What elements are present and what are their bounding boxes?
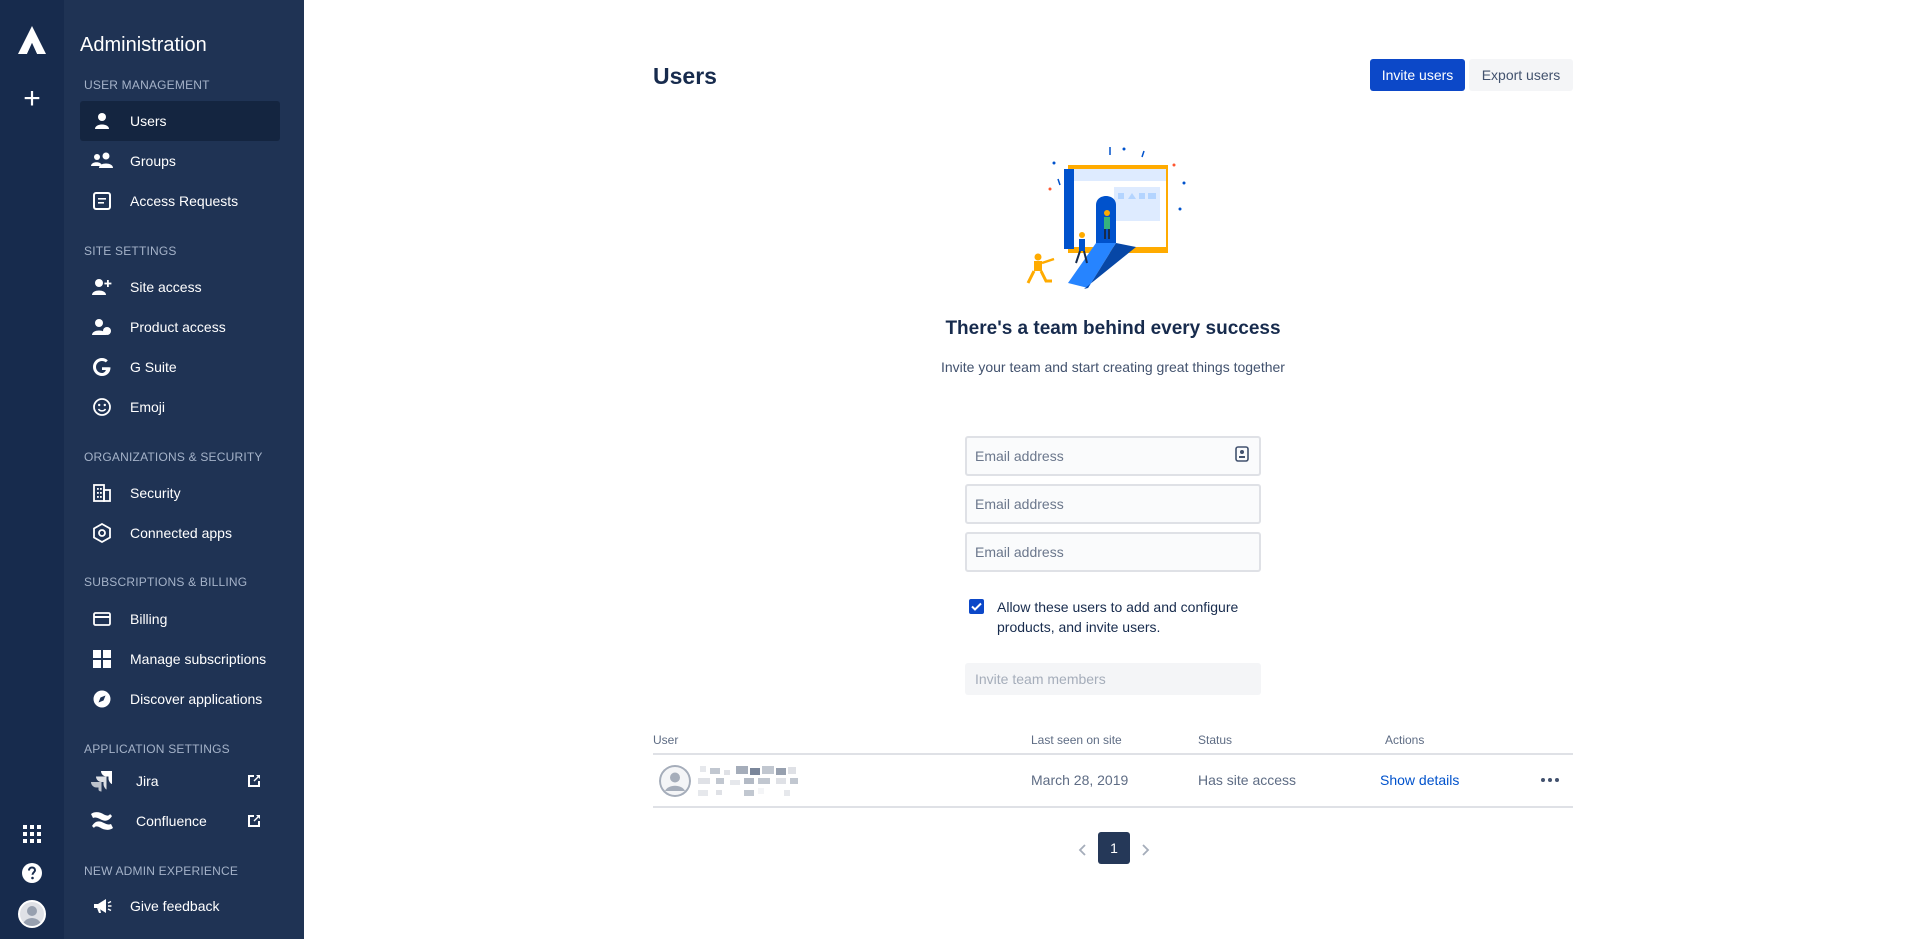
- compass-icon: [90, 687, 114, 711]
- section-organizations-security: ORGANIZATIONS & SECURITY: [84, 450, 263, 464]
- column-header-actions: Actions: [1385, 733, 1425, 747]
- sidebar-item-jira[interactable]: Jira: [80, 761, 280, 801]
- invite-users-button[interactable]: Invite users: [1370, 59, 1465, 91]
- megaphone-icon: [90, 894, 114, 918]
- profile-avatar[interactable]: [18, 900, 46, 928]
- user-product-icon: [90, 315, 114, 339]
- sidebar-item-manage-subscriptions[interactable]: Manage subscriptions: [80, 639, 280, 679]
- section-subscriptions-billing: SUBSCRIPTIONS & BILLING: [84, 575, 248, 589]
- sidebar-item-label: Confluence: [136, 813, 207, 829]
- sidebar-item-access-requests[interactable]: Access Requests: [80, 181, 280, 221]
- user-icon: [90, 109, 114, 133]
- table-row-divider: [653, 806, 1573, 808]
- app-switcher-icon[interactable]: [22, 824, 42, 844]
- sidebar-item-emoji[interactable]: Emoji: [80, 387, 280, 427]
- sidebar-item-label: Billing: [130, 611, 168, 627]
- invite-team-members-button[interactable]: Invite team members: [965, 663, 1261, 695]
- help-icon[interactable]: [21, 862, 43, 884]
- sidebar-item-users[interactable]: Users: [80, 101, 280, 141]
- sidebar-item-label: G Suite: [130, 359, 177, 375]
- user-silhouette-icon: [22, 906, 42, 926]
- google-icon: [90, 355, 114, 379]
- chevron-right-icon: [1142, 844, 1150, 856]
- create-icon[interactable]: +: [18, 84, 46, 114]
- groups-icon: [90, 149, 114, 173]
- sidebar-item-label: Access Requests: [130, 193, 239, 209]
- admin-sidebar: Administration USER MANAGEMENT Users Gro…: [64, 0, 304, 939]
- sidebar-item-label: Emoji: [130, 399, 166, 415]
- export-users-button[interactable]: Export users: [1469, 59, 1573, 91]
- column-header-last-seen: Last seen on site: [1031, 733, 1122, 747]
- ellipsis-icon: [1541, 778, 1559, 782]
- pagination-previous-button[interactable]: [1072, 838, 1092, 862]
- email-field-2[interactable]: [965, 484, 1261, 524]
- sidebar-item-billing[interactable]: Billing: [80, 599, 280, 639]
- pagination-next-button[interactable]: [1136, 838, 1156, 862]
- sidebar-item-label: Manage subscriptions: [130, 651, 267, 667]
- page-title: Users: [653, 63, 717, 89]
- allow-configure-checkbox[interactable]: [969, 599, 984, 614]
- section-site-settings: SITE SETTINGS: [84, 244, 177, 258]
- section-new-admin-experience: NEW ADMIN EXPERIENCE: [84, 864, 239, 878]
- grid-icon: [90, 647, 114, 671]
- sidebar-item-groups[interactable]: Groups: [80, 141, 280, 181]
- hexagon-icon: [90, 521, 114, 545]
- sidebar-item-give-feedback[interactable]: Give feedback: [80, 886, 280, 926]
- user-silhouette-icon: [659, 765, 691, 797]
- sidebar-item-label: Security: [130, 485, 181, 501]
- sidebar-item-security[interactable]: Security: [80, 473, 280, 513]
- column-header-status: Status: [1198, 733, 1233, 747]
- section-application-settings: APPLICATION SETTINGS: [84, 742, 230, 756]
- user-status: Has site access: [1198, 772, 1297, 788]
- section-user-management: USER MANAGEMENT: [84, 78, 210, 92]
- sidebar-item-discover-applications[interactable]: Discover applications: [80, 679, 280, 719]
- sidebar-item-connected-apps[interactable]: Connected apps: [80, 513, 280, 553]
- last-seen-date: March 28, 2019: [1031, 772, 1129, 788]
- sidebar-item-site-access[interactable]: Site access: [80, 267, 280, 307]
- emoji-icon: [90, 395, 114, 419]
- external-link-icon: [248, 775, 260, 787]
- atlassian-logo-icon[interactable]: [16, 24, 48, 56]
- credit-card-icon: [90, 607, 114, 631]
- sidebar-item-label: Discover applications: [130, 691, 263, 707]
- external-link-icon: [248, 815, 260, 827]
- sidebar-item-confluence[interactable]: Confluence: [80, 801, 280, 841]
- empty-state-title: There's a team behind every success: [945, 318, 1281, 339]
- document-icon: [90, 189, 114, 213]
- sidebar-item-label: Product access: [130, 319, 226, 335]
- redacted-user-name: [698, 766, 798, 796]
- team-illustration: [1026, 147, 1186, 289]
- sidebar-item-product-access[interactable]: Product access: [80, 307, 280, 347]
- global-nav-rail: +: [0, 0, 64, 939]
- email-field-1[interactable]: [965, 436, 1261, 476]
- table-header-divider: [653, 753, 1573, 755]
- building-icon: [90, 481, 114, 505]
- checkmark-icon: [971, 602, 982, 611]
- empty-state-subtitle: Invite your team and start creating grea…: [941, 359, 1285, 375]
- sidebar-item-label: Connected apps: [130, 525, 232, 541]
- allow-configure-label: Allow these users to add and configure p…: [997, 599, 1239, 635]
- sidebar-item-label: Groups: [130, 153, 176, 169]
- show-details-link[interactable]: Show details: [1380, 772, 1459, 788]
- sidebar-title: Administration: [80, 34, 207, 56]
- user-avatar: [659, 765, 691, 797]
- sidebar-item-gsuite[interactable]: G Suite: [80, 347, 280, 387]
- main-content: Users Invite users Export users There's …: [304, 0, 1920, 939]
- column-header-user: User: [653, 733, 679, 747]
- contact-card-icon[interactable]: [1235, 446, 1249, 462]
- jira-icon: [90, 769, 114, 793]
- sidebar-item-label: Jira: [136, 773, 159, 789]
- pagination-page-1[interactable]: 1: [1098, 832, 1130, 864]
- more-actions-button[interactable]: [1538, 770, 1562, 790]
- email-field-3[interactable]: [965, 532, 1261, 572]
- sidebar-item-label: Give feedback: [130, 898, 220, 914]
- sidebar-item-label: Site access: [130, 279, 202, 295]
- sidebar-item-label: Users: [130, 113, 167, 129]
- confluence-icon: [90, 809, 114, 833]
- chevron-left-icon: [1078, 844, 1086, 856]
- user-add-icon: [90, 275, 114, 299]
